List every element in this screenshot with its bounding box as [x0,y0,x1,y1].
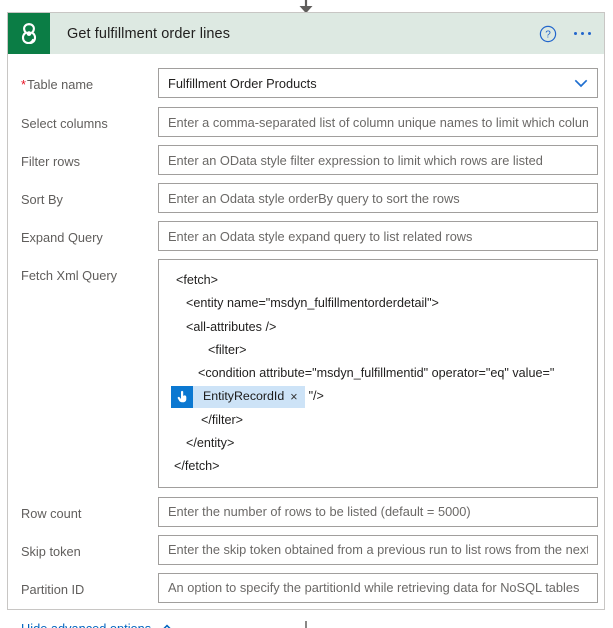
flow-action-canvas: Get fulfillment order lines ? *Table nam… [0,0,613,628]
field-label-row-count: Row count [21,505,82,521]
code-line: <fetch> [176,273,219,287]
field-label-filter-rows: Filter rows [21,154,81,169]
code-line: <entity name="msdyn_fulfillmentorderdeta… [186,296,439,311]
skip-token-input[interactable]: Enter the skip token obtained from a pre… [158,534,598,565]
expand-query-placeholder: Enter an Odata style expand query to lis… [168,228,473,244]
row-count-input[interactable]: Enter the number of rows to be listed (d… [158,496,598,527]
field-row-expand-query: Expand Query Enter an Odata style expand… [8,221,604,251]
code-line: </filter> [201,412,243,427]
hide-advanced-options-label: Hide advanced options [21,621,151,628]
action-card-body: *Table name Fulfillment Order Products S… [8,68,604,628]
dataverse-icon [8,13,50,54]
code-line: <condition attribute="msdyn_fulfillmenti… [198,366,555,381]
field-label-fetch-xml-query: Fetch Xml Query [21,268,118,283]
skip-token-placeholder: Enter the skip token obtained from a pre… [168,542,588,558]
code-line: </fetch> [174,459,220,474]
manual-trigger-hand-icon [171,386,193,409]
chevron-down-icon[interactable] [574,78,588,88]
token-label: EntityRecordId [203,389,285,404]
action-card: Get fulfillment order lines ? *Table nam… [7,12,605,628]
filter-rows-input[interactable]: Enter an OData style filter expression t… [158,145,598,175]
action-card-header[interactable]: Get fulfillment order lines ? [8,13,604,54]
filter-rows-placeholder: Enter an OData style filter expression t… [168,152,543,168]
field-row-skip-token: Skip token Enter the skip token obtained… [8,534,604,565]
fetch-xml-query-editor[interactable]: <fetch> <entity name="msdyn_fulfillmento… [158,259,598,488]
help-circle-icon[interactable]: ? [539,25,557,43]
action-title: Get fulfillment order lines [67,25,231,42]
field-row-filter-rows: Filter rows Enter an OData style filter … [8,145,604,175]
token-remove-icon[interactable]: × [290,391,304,404]
header-actions: ? [539,13,595,54]
connector-line-stub [305,621,307,628]
sort-by-placeholder: Enter an Odata style orderBy query to so… [168,190,460,206]
code-line: <filter> [208,342,247,357]
code-line: </entity> [186,436,235,451]
field-row-partition-id: Partition ID An option to specify the pa… [8,572,604,603]
code-line: <all-attributes /> [186,319,277,334]
select-columns-input[interactable]: Enter a comma-separated list of column u… [158,107,598,137]
field-label-select-columns: Select columns [21,116,108,131]
field-label-partition-id: Partition ID [21,581,85,597]
field-label-table-name: *Table name [21,77,94,92]
table-name-value: Fulfillment Order Products [168,75,317,91]
field-row-sort-by: Sort By Enter an Odata style orderBy que… [8,183,604,213]
field-label-skip-token: Skip token [21,543,81,559]
expand-query-input[interactable]: Enter an Odata style expand query to lis… [158,221,598,251]
dynamic-content-token[interactable]: EntityRecordId × [171,386,305,409]
field-row-row-count: Row count Enter the number of rows to be… [8,496,604,527]
chevron-up-icon[interactable] [160,624,174,628]
required-asterisk: * [21,77,26,92]
svg-text:?: ? [545,29,551,40]
field-label-sort-by: Sort By [21,192,63,207]
field-row-table-name: *Table name Fulfillment Order Products [8,68,604,98]
code-line-token: EntityRecordId × "/> [168,385,588,409]
field-row-fetch-xml-query: Fetch Xml Query <fetch> <entity name="ms… [8,259,604,488]
sort-by-input[interactable]: Enter an Odata style orderBy query to so… [158,183,598,213]
code-token-tail: "/> [308,389,324,404]
select-columns-placeholder: Enter a comma-separated list of column u… [168,114,588,130]
ellipsis-menu-icon[interactable] [571,26,595,42]
field-row-select-columns: Select columns Enter a comma-separated l… [8,107,604,137]
field-label-expand-query: Expand Query [21,230,103,245]
partition-id-input[interactable]: An option to specify the partitionId whi… [158,572,598,603]
partition-id-placeholder: An option to specify the partitionId whi… [168,580,580,596]
table-name-dropdown[interactable]: Fulfillment Order Products [158,68,598,98]
row-count-placeholder: Enter the number of rows to be listed (d… [168,504,471,520]
